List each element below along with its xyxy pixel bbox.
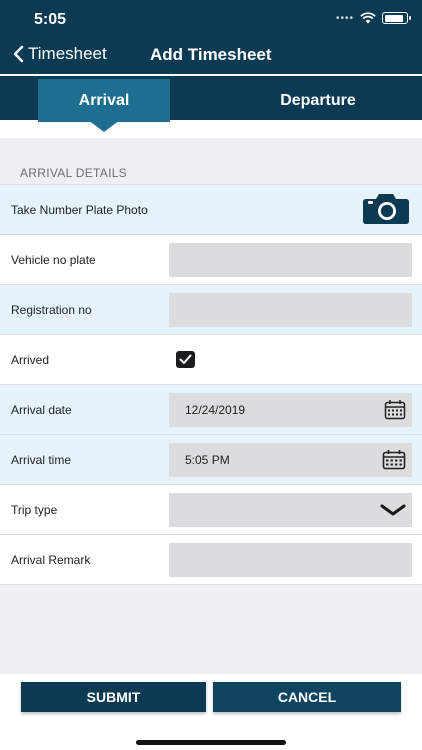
- vehicle-plate-input[interactable]: [169, 243, 412, 277]
- registration-row: Registration no: [0, 284, 422, 334]
- photo-label: Take Number Plate Photo: [11, 202, 148, 217]
- arrival-time-input[interactable]: 5:05 PM: [169, 443, 412, 477]
- form-content: ARRIVAL DETAILS Take Number Plate Photo …: [0, 138, 422, 674]
- arrival-date-label: Arrival date: [11, 402, 72, 417]
- arrival-date-input[interactable]: 12/24/2019: [169, 393, 412, 427]
- header: 5:05 •••• Timesheet Add Timesheet: [0, 0, 422, 74]
- tab-bar: Arrival Departure: [0, 76, 422, 122]
- back-label: Timesheet: [28, 44, 107, 63]
- arrival-date-value: 12/24/2019: [185, 403, 246, 417]
- status-icons: ••••: [335, 12, 411, 24]
- trip-type-select[interactable]: [169, 493, 412, 527]
- arrived-checkbox[interactable]: [176, 351, 195, 368]
- arrived-label: Arrived: [11, 352, 50, 367]
- registration-label: Registration no: [11, 302, 92, 317]
- tab-departure[interactable]: Departure: [214, 79, 422, 122]
- submit-button[interactable]: SUBMIT: [21, 682, 206, 712]
- checkmark-icon: [179, 354, 192, 364]
- vehicle-plate-label: Vehicle no plate: [11, 252, 96, 267]
- photo-row[interactable]: Take Number Plate Photo: [0, 184, 422, 234]
- cancel-button[interactable]: CANCEL: [213, 682, 401, 712]
- home-indicator[interactable]: [136, 740, 286, 745]
- calendar-icon[interactable]: [382, 449, 406, 471]
- battery-level: [384, 14, 404, 22]
- signal-dots-icon: ••••: [335, 12, 354, 24]
- calendar-icon[interactable]: [384, 399, 406, 421]
- arrival-time-row: Arrival time 5:05 PM: [0, 434, 422, 484]
- vehicle-plate-row: Vehicle no plate: [0, 234, 422, 284]
- arrived-row: Arrived: [0, 334, 422, 384]
- arrival-time-value: 5:05 PM: [185, 453, 230, 467]
- registration-input[interactable]: [169, 293, 412, 327]
- footer: SUBMIT CANCEL: [0, 674, 422, 750]
- arrival-time-label: Arrival time: [11, 452, 72, 467]
- arrival-remark-row: Arrival Remark: [0, 534, 422, 585]
- arrival-remark-label: Arrival Remark: [11, 552, 91, 567]
- battery-icon: [382, 12, 411, 24]
- chevron-left-icon: [13, 45, 24, 63]
- camera-icon[interactable]: [362, 193, 410, 225]
- trip-type-label: Trip type: [11, 502, 58, 517]
- tab-arrival[interactable]: Arrival: [38, 79, 170, 122]
- active-tab-pointer: [88, 120, 120, 132]
- status-time: 5:05: [34, 11, 67, 28]
- section-label: ARRIVAL DETAILS: [20, 166, 127, 180]
- arrival-date-row: Arrival date 12/24/2019: [0, 384, 422, 434]
- arrival-remark-input[interactable]: [169, 543, 412, 577]
- trip-type-row: Trip type: [0, 484, 422, 534]
- chevron-down-icon[interactable]: [380, 504, 406, 516]
- page-title: Add Timesheet: [150, 45, 272, 64]
- wifi-icon: [360, 12, 376, 24]
- back-button[interactable]: Timesheet: [12, 44, 107, 64]
